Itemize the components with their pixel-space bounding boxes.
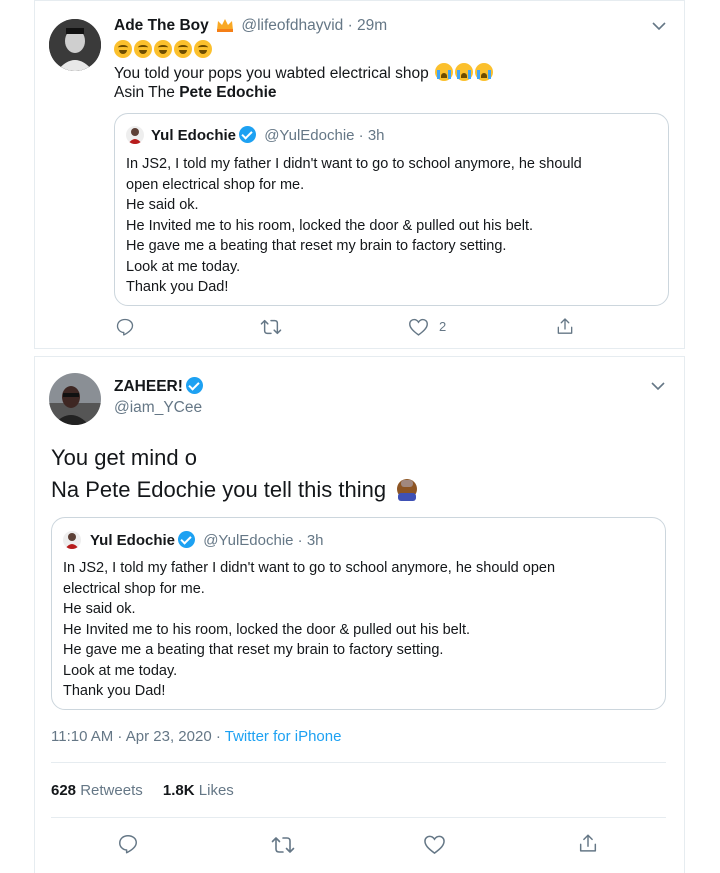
retweets-count[interactable]: 628 bbox=[51, 782, 76, 799]
divider bbox=[51, 817, 666, 818]
quoted-text-line: He Invited me to his room, locked the do… bbox=[63, 621, 471, 638]
tweet-emoji-row bbox=[114, 40, 214, 60]
chevron-down-icon[interactable] bbox=[652, 21, 666, 31]
retweet-icon[interactable] bbox=[260, 317, 282, 337]
quoted-text-line: Look at me today. bbox=[63, 662, 178, 679]
tweet-2[interactable]: ZAHEER! @iam_YCee You get mind o Na Pete… bbox=[34, 356, 685, 873]
quoted-text-line: electrical shop for me. bbox=[63, 580, 205, 597]
avatar-ade[interactable] bbox=[49, 19, 101, 71]
retweets-label[interactable]: Retweets bbox=[80, 782, 143, 799]
author-name[interactable]: Ade The Boy bbox=[114, 17, 209, 34]
tweet-1[interactable]: Ade The Boy @lifeofdhayvid · 29m You tol… bbox=[34, 0, 685, 349]
like-icon[interactable] bbox=[408, 317, 429, 337]
laughing-emoji-icon bbox=[154, 40, 172, 58]
share-icon[interactable] bbox=[577, 832, 599, 855]
avatar-yul bbox=[126, 126, 144, 144]
quoted-text-line: open electrical shop for me. bbox=[126, 176, 305, 193]
author-handle-time[interactable]: @lifeofdhayvid · 29m bbox=[241, 17, 387, 34]
retweet-icon[interactable] bbox=[271, 834, 295, 856]
like-count: 2 bbox=[439, 319, 447, 334]
reply-icon[interactable] bbox=[117, 833, 139, 855]
tweet-text-line: You told your pops you wabted electrical… bbox=[114, 65, 429, 82]
quoted-text-line: He said ok. bbox=[126, 197, 199, 213]
quoted-tweet[interactable]: Yul Edochie @YulEdochie · 3h In JS2, I t… bbox=[51, 517, 666, 710]
reply-icon[interactable] bbox=[115, 317, 135, 337]
verified-icon bbox=[178, 531, 196, 548]
tweet-text-line: You get mind o bbox=[51, 445, 197, 470]
tweet-text-line: Na Pete Edochie you tell this thing bbox=[51, 477, 387, 502]
crying-emoji-icon bbox=[475, 63, 494, 81]
quoted-author-handle-time: @YulEdochie · 3h bbox=[203, 532, 324, 549]
quoted-author-name: Yul Edochie bbox=[90, 532, 176, 549]
share-icon[interactable] bbox=[555, 316, 575, 337]
like-icon[interactable] bbox=[423, 834, 446, 855]
avatar-yul bbox=[63, 531, 81, 549]
quoted-text-line: He gave me a beating that reset my brain… bbox=[126, 238, 507, 254]
quoted-text-line: Thank you Dad! bbox=[126, 279, 229, 295]
quoted-text-line: He Invited me to his room, locked the do… bbox=[126, 217, 534, 234]
crying-emoji-icon bbox=[455, 63, 474, 81]
quoted-text-line: Look at me today. bbox=[126, 258, 241, 275]
author-name[interactable]: ZAHEER! bbox=[114, 378, 183, 395]
likes-count[interactable]: 1.8K bbox=[163, 782, 195, 799]
tweet-source-link[interactable]: Twitter for iPhone bbox=[225, 728, 342, 745]
tweet-text-bold: Pete Edochie bbox=[179, 84, 277, 101]
likes-label[interactable]: Likes bbox=[199, 782, 234, 799]
verified-icon bbox=[239, 126, 257, 143]
quoted-text-line: He gave me a beating that reset my brain… bbox=[63, 642, 444, 658]
divider bbox=[51, 762, 666, 763]
quoted-text-line: Thank you Dad! bbox=[63, 683, 166, 699]
chevron-down-icon[interactable] bbox=[651, 381, 665, 391]
avatar-zaheer[interactable] bbox=[49, 373, 101, 425]
author-handle[interactable]: @iam_YCee bbox=[114, 399, 202, 417]
quoted-text-line: In JS2, I told my father I didn't want t… bbox=[126, 156, 582, 172]
crown-icon bbox=[216, 17, 234, 32]
tweet-timestamp[interactable]: 11:10 AM · Apr 23, 2020 · bbox=[51, 728, 221, 745]
facepalm-emoji-icon bbox=[395, 477, 419, 501]
quoted-author-handle-time: @YulEdochie · 3h bbox=[264, 127, 385, 144]
laughing-emoji-icon bbox=[134, 40, 152, 58]
verified-icon bbox=[185, 377, 203, 394]
quoted-text-line: In JS2, I told my father I didn't want t… bbox=[63, 560, 556, 576]
tweet-text-prefix: Asin The bbox=[114, 84, 175, 101]
quoted-tweet[interactable]: Yul Edochie @YulEdochie · 3h In JS2, I t… bbox=[114, 113, 669, 306]
laughing-emoji-icon bbox=[114, 40, 132, 58]
laughing-emoji-icon bbox=[174, 40, 192, 58]
quoted-author-name: Yul Edochie bbox=[151, 127, 237, 144]
quoted-text-line: He said ok. bbox=[63, 601, 136, 617]
laughing-emoji-icon bbox=[194, 40, 212, 58]
crying-emoji-icon bbox=[435, 63, 454, 81]
